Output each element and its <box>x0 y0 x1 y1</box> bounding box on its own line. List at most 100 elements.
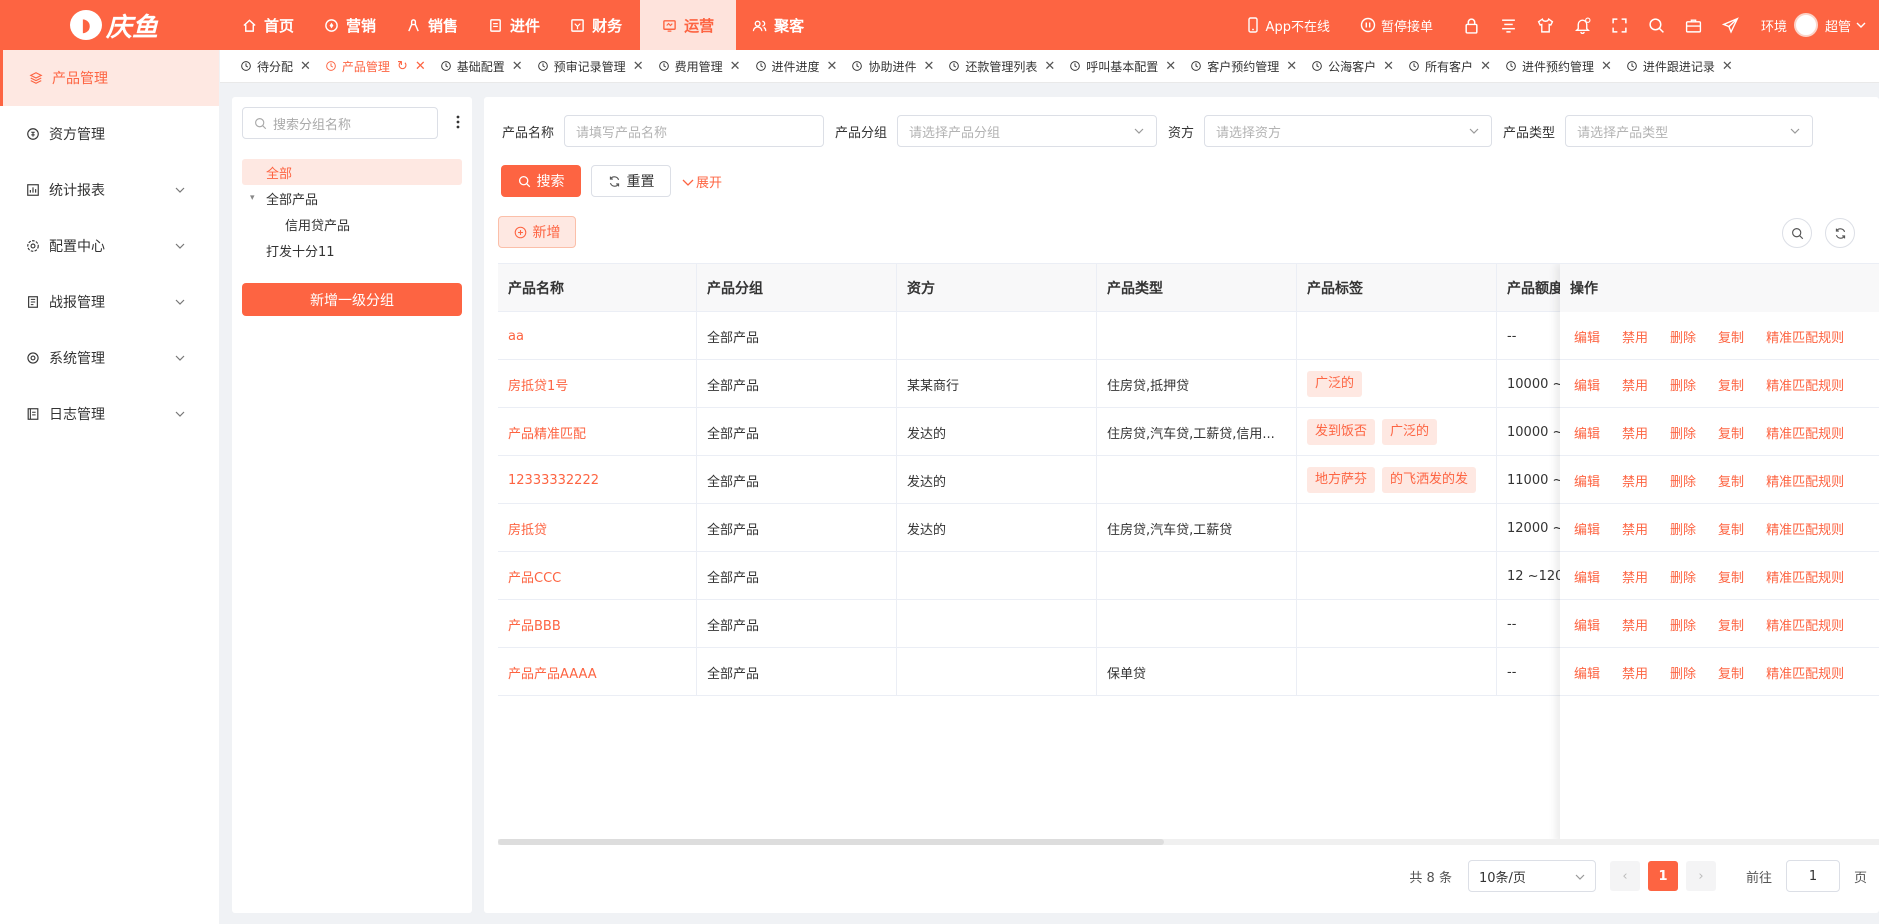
shirt-icon[interactable] <box>1537 17 1554 34</box>
close-icon[interactable]: ✕ <box>730 59 741 74</box>
product-name-link[interactable]: 产品精准匹配 <box>498 408 697 456</box>
tab-3[interactable]: 预审记录管理 ✕ <box>537 50 658 82</box>
tree-node[interactable]: 信用贷产品 <box>242 211 462 237</box>
action-link[interactable]: 禁用 <box>1622 567 1648 586</box>
action-link[interactable]: 复制 <box>1718 663 1744 682</box>
action-link[interactable]: 删除 <box>1670 567 1696 586</box>
toggle-search-button[interactable] <box>1782 218 1812 248</box>
action-link[interactable]: 复制 <box>1718 327 1744 346</box>
send-icon[interactable] <box>1721 16 1739 34</box>
sidebar-item-log[interactable]: 日志管理 <box>0 386 219 442</box>
group-search-input[interactable]: 搜索分组名称 <box>242 107 438 139</box>
search-icon[interactable] <box>1648 17 1665 34</box>
action-link[interactable]: 编辑 <box>1574 375 1600 394</box>
close-icon[interactable]: ✕ <box>923 59 934 74</box>
action-link[interactable]: 精准匹配规则 <box>1766 327 1844 346</box>
action-link[interactable]: 禁用 <box>1622 327 1648 346</box>
action-link[interactable]: 复制 <box>1718 375 1744 394</box>
action-link[interactable]: 删除 <box>1670 327 1696 346</box>
tab-1[interactable]: 产品管理 ↻ ✕ <box>325 50 440 82</box>
action-link[interactable]: 删除 <box>1670 615 1696 634</box>
action-link[interactable]: 编辑 <box>1574 471 1600 490</box>
tab-4[interactable]: 费用管理 ✕ <box>658 50 755 82</box>
action-link[interactable]: 禁用 <box>1622 423 1648 442</box>
nav-finance[interactable]: 财务 <box>558 0 636 50</box>
action-link[interactable]: 精准匹配规则 <box>1766 423 1844 442</box>
env-label[interactable]: 环境 <box>1761 16 1787 35</box>
nav-operations[interactable]: 运营 <box>640 0 737 50</box>
reset-button[interactable]: 重置 <box>591 165 671 197</box>
product-type-select[interactable]: 请选择产品类型 <box>1565 115 1814 147</box>
action-link[interactable]: 精准匹配规则 <box>1766 567 1844 586</box>
sidebar-item-chart[interactable]: 统计报表 <box>0 162 219 218</box>
action-link[interactable]: 禁用 <box>1622 375 1648 394</box>
action-link[interactable]: 删除 <box>1670 519 1696 538</box>
nav-home[interactable]: 首页 <box>230 0 308 50</box>
action-link[interactable]: 复制 <box>1718 615 1744 634</box>
page-size-select[interactable]: 10条/页 <box>1467 860 1596 892</box>
user-name[interactable]: 超管 <box>1825 16 1851 35</box>
action-link[interactable]: 删除 <box>1670 375 1696 394</box>
action-link[interactable]: 编辑 <box>1574 327 1600 346</box>
action-link[interactable]: 复制 <box>1718 519 1744 538</box>
tree-node[interactable]: 全部 <box>242 159 462 185</box>
sidebar-item-funder[interactable]: 资方管理 <box>0 106 219 162</box>
product-name-link[interactable]: 产品产品AAAA <box>498 648 697 696</box>
prev-page-button[interactable]: ‹ <box>1609 861 1640 891</box>
add-top-group-button[interactable]: 新增一级分组 <box>242 283 462 316</box>
tree-node[interactable]: ▾ 全部产品 <box>242 185 462 211</box>
bell-icon[interactable] <box>1574 17 1591 34</box>
product-name-link[interactable]: 产品CCC <box>498 552 697 600</box>
product-name-link[interactable]: 房抵贷1号 <box>498 360 697 408</box>
add-product-button[interactable]: 新增 <box>498 216 576 248</box>
action-link[interactable]: 精准匹配规则 <box>1766 519 1844 538</box>
product-name-link[interactable]: 12333332222 <box>498 456 697 504</box>
action-link[interactable]: 复制 <box>1718 423 1744 442</box>
product-name-link[interactable]: aa <box>498 312 697 360</box>
tab-8[interactable]: 呼叫基本配置 ✕ <box>1069 50 1190 82</box>
sidebar-item-config[interactable]: 配置中心 <box>0 218 219 274</box>
tab-5[interactable]: 进件进度 ✕ <box>755 50 852 82</box>
nav-application[interactable]: 进件 <box>476 0 554 50</box>
action-link[interactable]: 禁用 <box>1622 471 1648 490</box>
sidebar-item-layers[interactable]: 产品管理 <box>0 50 219 106</box>
action-link[interactable]: 精准匹配规则 <box>1766 615 1844 634</box>
app-status[interactable]: App不在线 <box>1245 16 1330 35</box>
more-vertical-icon[interactable] <box>456 115 460 129</box>
funder-select[interactable]: 请选择资方 <box>1204 115 1493 147</box>
product-name-link[interactable]: 产品BBB <box>498 600 697 648</box>
text-size-icon[interactable] <box>1500 17 1517 34</box>
avatar[interactable] <box>1793 13 1818 37</box>
horizontal-scrollbar[interactable] <box>498 839 1879 845</box>
pause-orders[interactable]: 暂停接单 <box>1360 16 1433 35</box>
close-icon[interactable]: ✕ <box>300 59 311 74</box>
goto-page-input[interactable]: 1 <box>1785 860 1840 892</box>
page-button-current[interactable]: 1 <box>1647 861 1678 891</box>
briefcase-icon[interactable] <box>1685 17 1702 34</box>
fullscreen-icon[interactable] <box>1611 17 1628 34</box>
action-link[interactable]: 禁用 <box>1622 519 1648 538</box>
caret-down-icon[interactable]: ▾ <box>250 193 260 203</box>
next-page-button[interactable]: › <box>1685 861 1716 891</box>
action-link[interactable]: 编辑 <box>1574 567 1600 586</box>
tab-9[interactable]: 客户预约管理 ✕ <box>1190 50 1311 82</box>
close-icon[interactable]: ✕ <box>1165 59 1176 74</box>
nav-marketing[interactable]: 营销 <box>312 0 390 50</box>
scrollbar-thumb[interactable] <box>498 839 1164 845</box>
product-name-link[interactable]: 房抵贷 <box>498 504 697 552</box>
action-link[interactable]: 禁用 <box>1622 615 1648 634</box>
tab-7[interactable]: 还款管理列表 ✕ <box>948 50 1069 82</box>
logo[interactable]: ◗ 庆鱼 <box>70 8 158 43</box>
close-icon[interactable]: ✕ <box>1286 59 1297 74</box>
close-icon[interactable]: ✕ <box>1722 59 1733 74</box>
product-name-input[interactable]: 请填写产品名称 <box>564 115 825 147</box>
nav-customers[interactable]: 聚客 <box>740 0 818 50</box>
close-icon[interactable]: ✕ <box>415 59 426 74</box>
reload-icon[interactable]: ↻ <box>397 59 408 74</box>
tab-13[interactable]: 进件跟进记录 ✕ <box>1626 50 1747 82</box>
action-link[interactable]: 编辑 <box>1574 663 1600 682</box>
close-icon[interactable]: ✕ <box>1601 59 1612 74</box>
action-link[interactable]: 删除 <box>1670 471 1696 490</box>
sidebar-item-report[interactable]: 战报管理 <box>0 274 219 330</box>
close-icon[interactable]: ✕ <box>633 59 644 74</box>
